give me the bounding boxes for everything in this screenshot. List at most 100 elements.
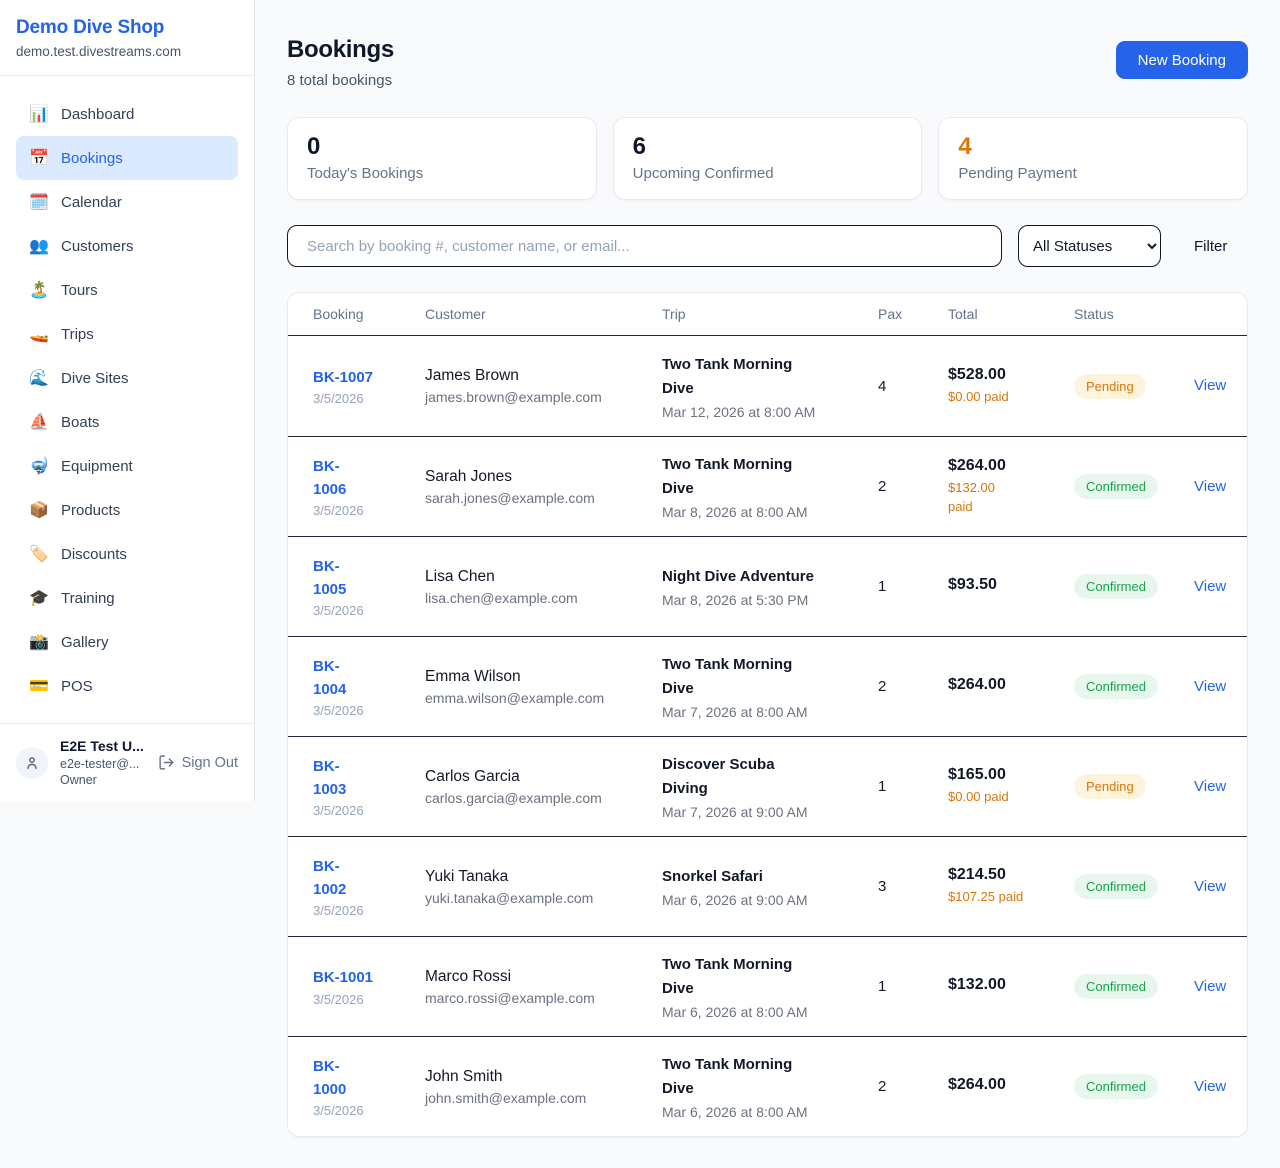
sailboat-icon: ⛵ [29, 412, 49, 432]
sign-out-button[interactable]: Sign Out [158, 754, 238, 771]
trip-cell: Two Tank Morning Dive Mar 7, 2026 at 8:0… [662, 653, 878, 720]
status-cell: Pending [1074, 774, 1194, 799]
filter-controls: All Statuses Filter [287, 225, 1248, 267]
booking-number-link[interactable]: BK-1002 [313, 855, 425, 902]
sidebar-item-boats[interactable]: ⛵ Boats [16, 400, 238, 444]
pax-count: 4 [878, 378, 948, 395]
status-cell: Confirmed [1074, 1074, 1194, 1099]
view-link[interactable]: View [1194, 578, 1226, 595]
view-link[interactable]: View [1194, 1078, 1226, 1095]
sidebar-item-customers[interactable]: 👥 Customers [16, 224, 238, 268]
customer-cell: John Smith john.smith@example.com [425, 1068, 662, 1106]
customer-cell: Sarah Jones sarah.jones@example.com [425, 468, 662, 506]
pax-count: 2 [878, 1078, 948, 1095]
sidebar-item-bookings[interactable]: 📅 Bookings [16, 136, 238, 180]
total-cell: $93.50 [948, 576, 1074, 598]
sidebar-item-calendar[interactable]: 🗓️ Calendar [16, 180, 238, 224]
sidebar-item-equipment[interactable]: 🤿 Equipment [16, 444, 238, 488]
status-cell: Confirmed [1074, 474, 1194, 499]
view-link[interactable]: View [1194, 377, 1226, 394]
total-amount: $93.50 [948, 576, 1074, 594]
status-badge: Pending [1074, 374, 1146, 399]
booking-date: 3/5/2026 [313, 992, 425, 1007]
sidebar-item-training[interactable]: 🎓 Training [16, 576, 238, 620]
booking-number-link[interactable]: BK-1007 [313, 366, 425, 389]
trip-name: Two Tank Morning Dive [662, 453, 820, 501]
total-amount: $264.00 [948, 1076, 1074, 1094]
booking-date: 3/5/2026 [313, 391, 425, 406]
sidebar-item-dashboard[interactable]: 📊 Dashboard [16, 92, 238, 136]
sidebar-item-tours[interactable]: 🏝️ Tours [16, 268, 238, 312]
sidebar-item-label: Equipment [61, 458, 133, 475]
trip-cell: Two Tank Morning Dive Mar 8, 2026 at 8:0… [662, 453, 878, 520]
actions-cell: View [1194, 778, 1226, 796]
trip-cell: Night Dive Adventure Mar 8, 2026 at 5:30… [662, 565, 878, 608]
total-cell: $165.00 $0.00 paid [948, 766, 1074, 807]
table-row: BK-1004 3/5/2026 Emma Wilson emma.wilson… [288, 636, 1247, 736]
booking-number-link[interactable]: BK-1004 [313, 655, 425, 702]
column-header-status: Status [1074, 306, 1194, 322]
search-input[interactable] [287, 225, 1002, 267]
table-header-row: Booking Customer Trip Pax Total Status [288, 293, 1247, 336]
customer-email: james.brown@example.com [425, 389, 662, 405]
view-link[interactable]: View [1194, 478, 1226, 495]
sidebar-item-pos[interactable]: 💳 POS [16, 664, 238, 708]
booking-number-link[interactable]: BK-1003 [313, 755, 425, 802]
new-booking-button[interactable]: New Booking [1116, 41, 1248, 79]
sidebar-item-label: Trips [61, 326, 94, 343]
sidebar-item-trips[interactable]: 🚤 Trips [16, 312, 238, 356]
paid-amount: $0.00 paid [948, 788, 1074, 807]
total-amount: $528.00 [948, 366, 1074, 384]
booking-date: 3/5/2026 [313, 603, 425, 618]
tag-icon: 🏷️ [29, 544, 49, 564]
customer-name: Lisa Chen [425, 568, 662, 586]
status-badge: Confirmed [1074, 574, 1158, 599]
stat-value: 6 [633, 134, 903, 160]
table-row: BK-1000 3/5/2026 John Smith john.smith@e… [288, 1036, 1247, 1136]
page-title-block: Bookings 8 total bookings [287, 36, 394, 89]
sidebar-item-gallery[interactable]: 📸 Gallery [16, 620, 238, 664]
actions-cell: View [1194, 678, 1226, 696]
status-badge: Confirmed [1074, 1074, 1158, 1099]
view-link[interactable]: View [1194, 978, 1226, 995]
stat-value: 4 [958, 134, 1228, 160]
trip-datetime: Mar 8, 2026 at 8:00 AM [662, 504, 878, 520]
status-cell: Pending [1074, 374, 1194, 399]
sidebar-item-products[interactable]: 📦 Products [16, 488, 238, 532]
filter-button[interactable]: Filter [1179, 238, 1242, 255]
booking-cell: BK-1005 3/5/2026 [313, 555, 425, 619]
booking-number-link[interactable]: BK-1005 [313, 555, 425, 602]
dashboard-icon: 📊 [29, 104, 49, 124]
sidebar-item-label: Tours [61, 282, 98, 299]
calendar-17-icon: 📅 [29, 148, 49, 168]
booking-number-link[interactable]: BK-1006 [313, 455, 425, 502]
status-badge: Pending [1074, 774, 1146, 799]
view-link[interactable]: View [1194, 878, 1226, 895]
trip-datetime: Mar 8, 2026 at 5:30 PM [662, 592, 878, 608]
booking-number-link[interactable]: BK-1000 [313, 1055, 425, 1102]
speedboat-icon: 🚤 [29, 324, 49, 344]
trip-name: Two Tank Morning Dive [662, 653, 820, 701]
customer-email: sarah.jones@example.com [425, 490, 662, 506]
booking-number-link[interactable]: BK-1001 [313, 966, 425, 989]
sidebar-item-label: Calendar [61, 194, 122, 211]
customer-name: Carlos Garcia [425, 768, 662, 786]
booking-date: 3/5/2026 [313, 1103, 425, 1118]
status-filter-select[interactable]: All Statuses [1018, 225, 1161, 267]
sidebar-item-discounts[interactable]: 🏷️ Discounts [16, 532, 238, 576]
trip-name: Night Dive Adventure [662, 565, 820, 589]
table-row: BK-1005 3/5/2026 Lisa Chen lisa.chen@exa… [288, 536, 1247, 636]
customer-name: Sarah Jones [425, 468, 662, 486]
sidebar-item-label: Products [61, 502, 120, 519]
trip-name: Two Tank Morning Dive [662, 1053, 820, 1101]
people-icon: 👥 [29, 236, 49, 256]
user-email: e2e-tester@... [60, 756, 144, 772]
view-link[interactable]: View [1194, 678, 1226, 695]
trip-datetime: Mar 12, 2026 at 8:00 AM [662, 404, 878, 420]
view-link[interactable]: View [1194, 778, 1226, 795]
pax-count: 1 [878, 578, 948, 595]
status-cell: Confirmed [1074, 574, 1194, 599]
customer-email: carlos.garcia@example.com [425, 790, 662, 806]
sidebar-item-dive-sites[interactable]: 🌊 Dive Sites [16, 356, 238, 400]
status-badge: Confirmed [1074, 874, 1158, 899]
